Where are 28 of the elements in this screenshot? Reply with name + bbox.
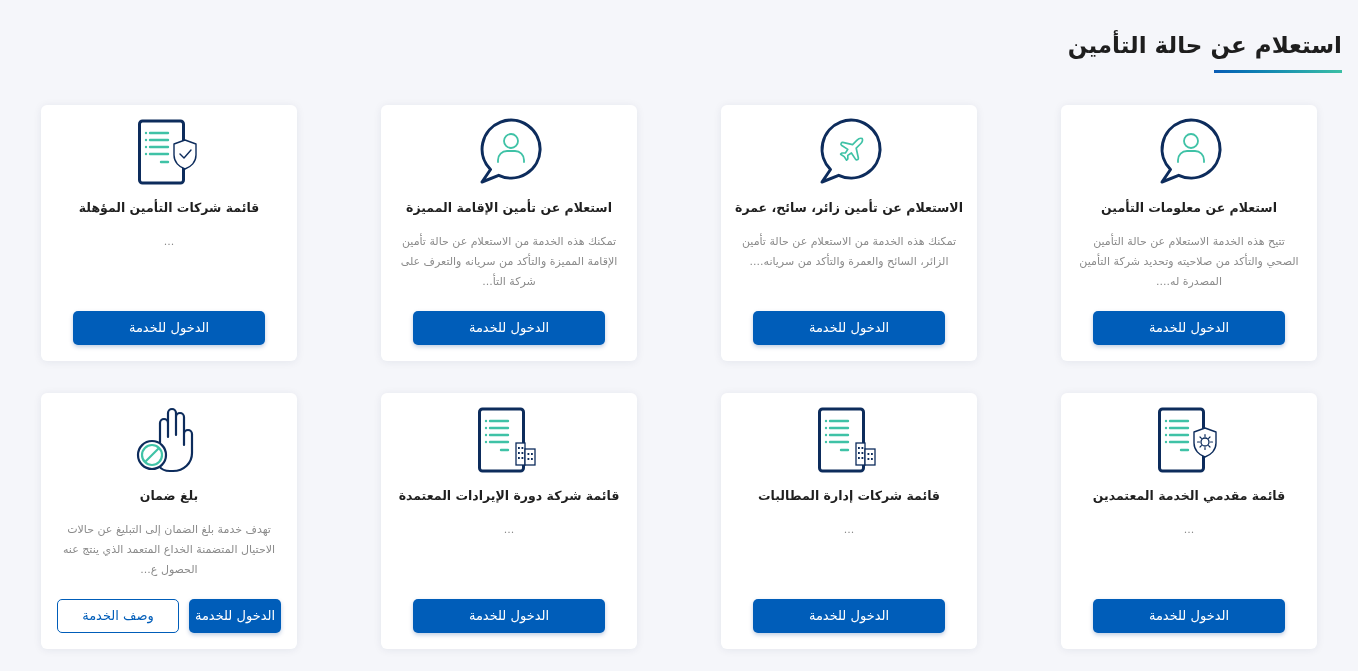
enter-service-button[interactable]: الدخول للخدمة bbox=[1093, 599, 1285, 633]
enter-service-button[interactable]: الدخول للخدمة bbox=[189, 599, 281, 633]
enter-service-button[interactable]: الدخول للخدمة bbox=[413, 311, 605, 345]
enter-service-button[interactable]: الدخول للخدمة bbox=[1093, 311, 1285, 345]
document-shield-icon bbox=[138, 119, 200, 185]
service-description: ... bbox=[1183, 522, 1195, 538]
service-description: تمكنك هذه الخدمة من الاستعلام عن حالة تأمين الزائر، السائح والعمرة والتأكد من سريانه.... bbox=[740, 232, 958, 270]
enter-service-button[interactable]: الدخول للخدمة bbox=[413, 599, 605, 633]
service-description: ... bbox=[503, 522, 515, 538]
service-title: بلغ ضمان bbox=[139, 487, 199, 505]
page-title: استعلام عن حالة التأمين bbox=[1067, 29, 1342, 61]
service-description: ... bbox=[843, 522, 855, 538]
service-title: قائمة مقدمي الخدمة المعتمدين bbox=[1092, 487, 1286, 505]
document-shield-icon bbox=[1158, 407, 1220, 473]
enter-service-button[interactable]: الدخول للخدمة bbox=[73, 311, 265, 345]
service-title: الاستعلام عن تأمين زائر، سائح، عمرة bbox=[735, 198, 963, 218]
enter-service-button[interactable]: الدخول للخدمة bbox=[753, 599, 945, 633]
service-description: تمكنك هذه الخدمة من الاستعلام عن حالة تأمين الإقامة المميزة والتأكد من سريانه والتعرف على شركة التأ... bbox=[399, 232, 619, 290]
service-description: ... bbox=[163, 234, 175, 250]
enter-service-button[interactable]: الدخول للخدمة bbox=[753, 311, 945, 345]
service-title: قائمة شركات التأمين المؤهلة bbox=[78, 198, 260, 217]
service-title: استعلام عن معلومات التأمين bbox=[1101, 198, 1277, 218]
service-description: تهدف خدمة بلغ الضمان إلى التبليغ عن حالات الاحتيال المتضمنة الخداع المتعمد الذي ينتج عنه الحصول ع... bbox=[61, 522, 277, 578]
service-title: قائمة شركة دورة الإيرادات المعتمدة bbox=[398, 487, 620, 505]
service-title: استعلام عن تأمين الإقامة المميزة bbox=[406, 198, 612, 218]
service-description: تتيح هذه الخدمة الاستعلام عن حالة التأمين الصحي والتأكد من صلاحيته وتحديد شركة التأمين المصدرة له.... bbox=[1078, 232, 1300, 290]
service-title: قائمة شركات إدارة المطالبات bbox=[758, 487, 940, 505]
service-description-button[interactable]: وصف الخدمة bbox=[57, 599, 179, 633]
